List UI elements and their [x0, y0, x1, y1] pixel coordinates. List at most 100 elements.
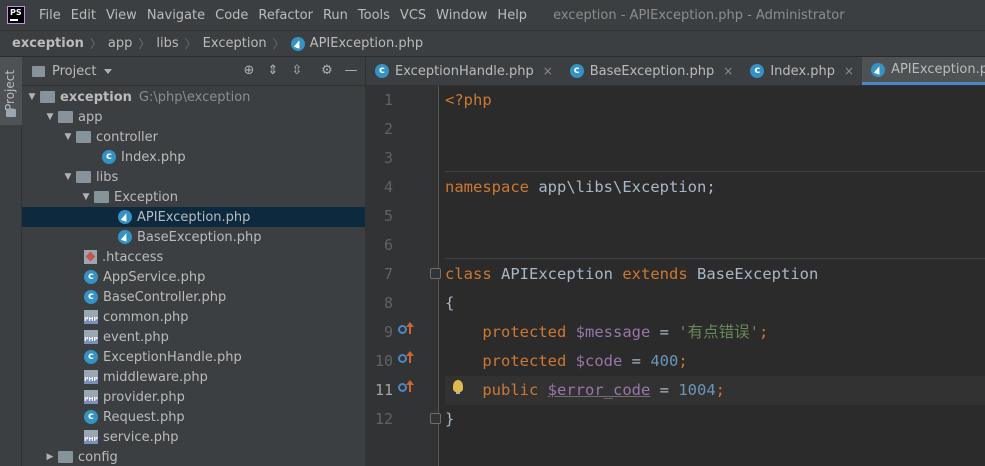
chevron-down-icon[interactable]	[104, 68, 113, 74]
php-class-icon: c	[84, 350, 98, 364]
code-line-8: {	[445, 289, 985, 318]
menu-run[interactable]: Run	[319, 8, 354, 23]
string-literal: '有点错误'	[678, 323, 759, 341]
project-tree: ▼ exception G:\php\exception ▼ app ▼ con…	[22, 86, 365, 466]
tree-item-label: .htaccess	[102, 249, 164, 265]
php-class-icon: c	[102, 150, 116, 164]
close-icon[interactable]: ×	[844, 64, 854, 78]
expand-all-icon[interactable]: ⇕	[265, 63, 281, 79]
chevron-right-icon[interactable]: ▶	[42, 452, 58, 462]
breadcrumb-item-file[interactable]: APIException.php	[310, 36, 423, 51]
fold-collapse-icon[interactable]	[430, 268, 441, 279]
line-number: 1	[383, 91, 393, 109]
menu-file[interactable]: File	[35, 8, 67, 23]
tree-item-apiexception-php[interactable]: APIException.php	[22, 207, 365, 227]
menu-edit[interactable]: Edit	[67, 8, 102, 23]
breadcrumb-item-app[interactable]: app	[108, 36, 132, 51]
operator: =	[622, 352, 651, 370]
breadcrumb-item-libs[interactable]: libs	[156, 36, 178, 51]
code-area[interactable]: <?php namespace app\libs\Exception; clas…	[445, 86, 985, 466]
lightbulb-icon[interactable]	[453, 380, 463, 394]
project-panel-header: Project ⊕ ⇕ ⇳ ⚙ —	[22, 57, 365, 86]
line-number: 8	[383, 294, 393, 312]
semicolon: ;	[759, 323, 769, 341]
line-number: 7	[383, 265, 393, 283]
chevron-down-icon[interactable]: ▼	[78, 192, 94, 202]
tree-item-label: Exception	[114, 189, 178, 205]
menu-tools[interactable]: Tools	[354, 8, 396, 23]
breadcrumb-separator-icon: 〉	[184, 37, 197, 51]
breadcrumb-item-exception[interactable]: exception	[12, 36, 84, 51]
tree-item-libs[interactable]: ▼ libs	[22, 167, 365, 187]
tree-item-label: Index.php	[121, 149, 186, 165]
close-icon[interactable]: ×	[723, 64, 733, 78]
overrides-icon[interactable]	[398, 380, 414, 398]
close-icon[interactable]: ×	[543, 64, 553, 78]
collapse-all-icon[interactable]: ⇳	[289, 63, 305, 79]
tree-item-exception[interactable]: ▼ exception G:\php\exception	[22, 87, 365, 107]
menu-refactor[interactable]: Refactor	[254, 8, 319, 23]
line-number: 3	[383, 149, 393, 167]
tree-item-provider-php[interactable]: PHP provider.php	[22, 387, 365, 407]
tree-item-event-php[interactable]: PHP event.php	[22, 327, 365, 347]
php-class-icon: c	[569, 64, 584, 78]
tree-item-label: provider.php	[103, 389, 185, 405]
php-exception-file-icon	[290, 36, 305, 51]
tree-item-config[interactable]: ▶ config	[22, 447, 365, 466]
php-exception-file-icon	[118, 230, 132, 244]
code-line-10: protected $code = 400;	[445, 347, 985, 376]
menu-view[interactable]: View	[102, 8, 143, 23]
fold-end-icon[interactable]	[430, 413, 441, 424]
tab-index-php[interactable]: c Index.php ×	[741, 57, 862, 85]
tab-baseexception-php[interactable]: c BaseException.php ×	[561, 57, 742, 85]
tree-item-exception-folder[interactable]: ▼ Exception	[22, 187, 365, 207]
menu-bar: PS File Edit View Navigate Code Refactor…	[0, 0, 985, 30]
minimize-icon[interactable]: —	[343, 63, 359, 79]
folder-icon	[32, 65, 45, 77]
tree-item-label: BaseController.php	[103, 289, 227, 305]
project-view-selector[interactable]: Project	[52, 64, 96, 79]
tab-exceptionhandle-php[interactable]: c ExceptionHandle.php ×	[366, 57, 561, 85]
tree-item-exceptionhandle-php[interactable]: c ExceptionHandle.php	[22, 347, 365, 367]
tree-item-app[interactable]: ▼ app	[22, 107, 365, 127]
tree-item-index-php[interactable]: c Index.php	[22, 147, 365, 167]
line-number: 2	[383, 120, 393, 138]
menu-help[interactable]: Help	[493, 8, 533, 23]
php-open-tag: <?php	[445, 91, 492, 109]
menu-vcs[interactable]: VCS	[396, 8, 432, 23]
tree-item-baseexception-php[interactable]: BaseException.php	[22, 227, 365, 247]
tree-item-label: middleware.php	[103, 369, 208, 385]
gear-icon[interactable]: ⚙	[319, 63, 335, 79]
tree-item-common-php[interactable]: PHP common.php	[22, 307, 365, 327]
number-literal: 1004	[678, 381, 716, 399]
tab-label: ExceptionHandle.php	[395, 63, 534, 79]
tree-item-middleware-php[interactable]: PHP middleware.php	[22, 367, 365, 387]
semicolon: ;	[715, 381, 725, 399]
code-line-1: <?php	[445, 86, 985, 115]
locate-icon[interactable]: ⊕	[241, 63, 257, 79]
php-class-icon: c	[84, 410, 98, 424]
tree-item-basecontroller-php[interactable]: c BaseController.php	[22, 287, 365, 307]
tree-item-appservice-php[interactable]: c AppService.php	[22, 267, 365, 287]
tree-item-path: G:\php\exception	[138, 89, 251, 105]
overrides-icon[interactable]	[398, 322, 414, 340]
chevron-down-icon[interactable]: ▼	[42, 112, 58, 122]
breadcrumb-item-exception-folder[interactable]: Exception	[203, 36, 267, 51]
tree-item-label: ExceptionHandle.php	[103, 349, 242, 365]
tree-item-htaccess[interactable]: .htaccess	[22, 247, 365, 267]
chevron-down-icon[interactable]: ▼	[60, 132, 76, 142]
tree-item-request-php[interactable]: c Request.php	[22, 407, 365, 427]
overrides-icon[interactable]	[398, 351, 414, 369]
tree-item-controller[interactable]: ▼ controller	[22, 127, 365, 147]
menu-navigate[interactable]: Navigate	[143, 8, 211, 23]
chevron-down-icon[interactable]: ▼	[24, 92, 40, 102]
line-number: 12	[374, 410, 393, 428]
menu-window[interactable]: Window	[432, 8, 493, 23]
tree-item-service-php[interactable]: PHP service.php	[22, 427, 365, 447]
tree-item-label: common.php	[103, 309, 189, 325]
php-abstract-class-icon: c	[84, 290, 98, 304]
code-editor[interactable]: 1 2 3 4 5 6 7 8 9 10 11 12 <?php namespa…	[366, 86, 985, 466]
tab-apiexception-php[interactable]: APIException.php ×	[862, 57, 985, 85]
menu-code[interactable]: Code	[211, 8, 254, 23]
chevron-down-icon[interactable]: ▼	[60, 172, 76, 182]
